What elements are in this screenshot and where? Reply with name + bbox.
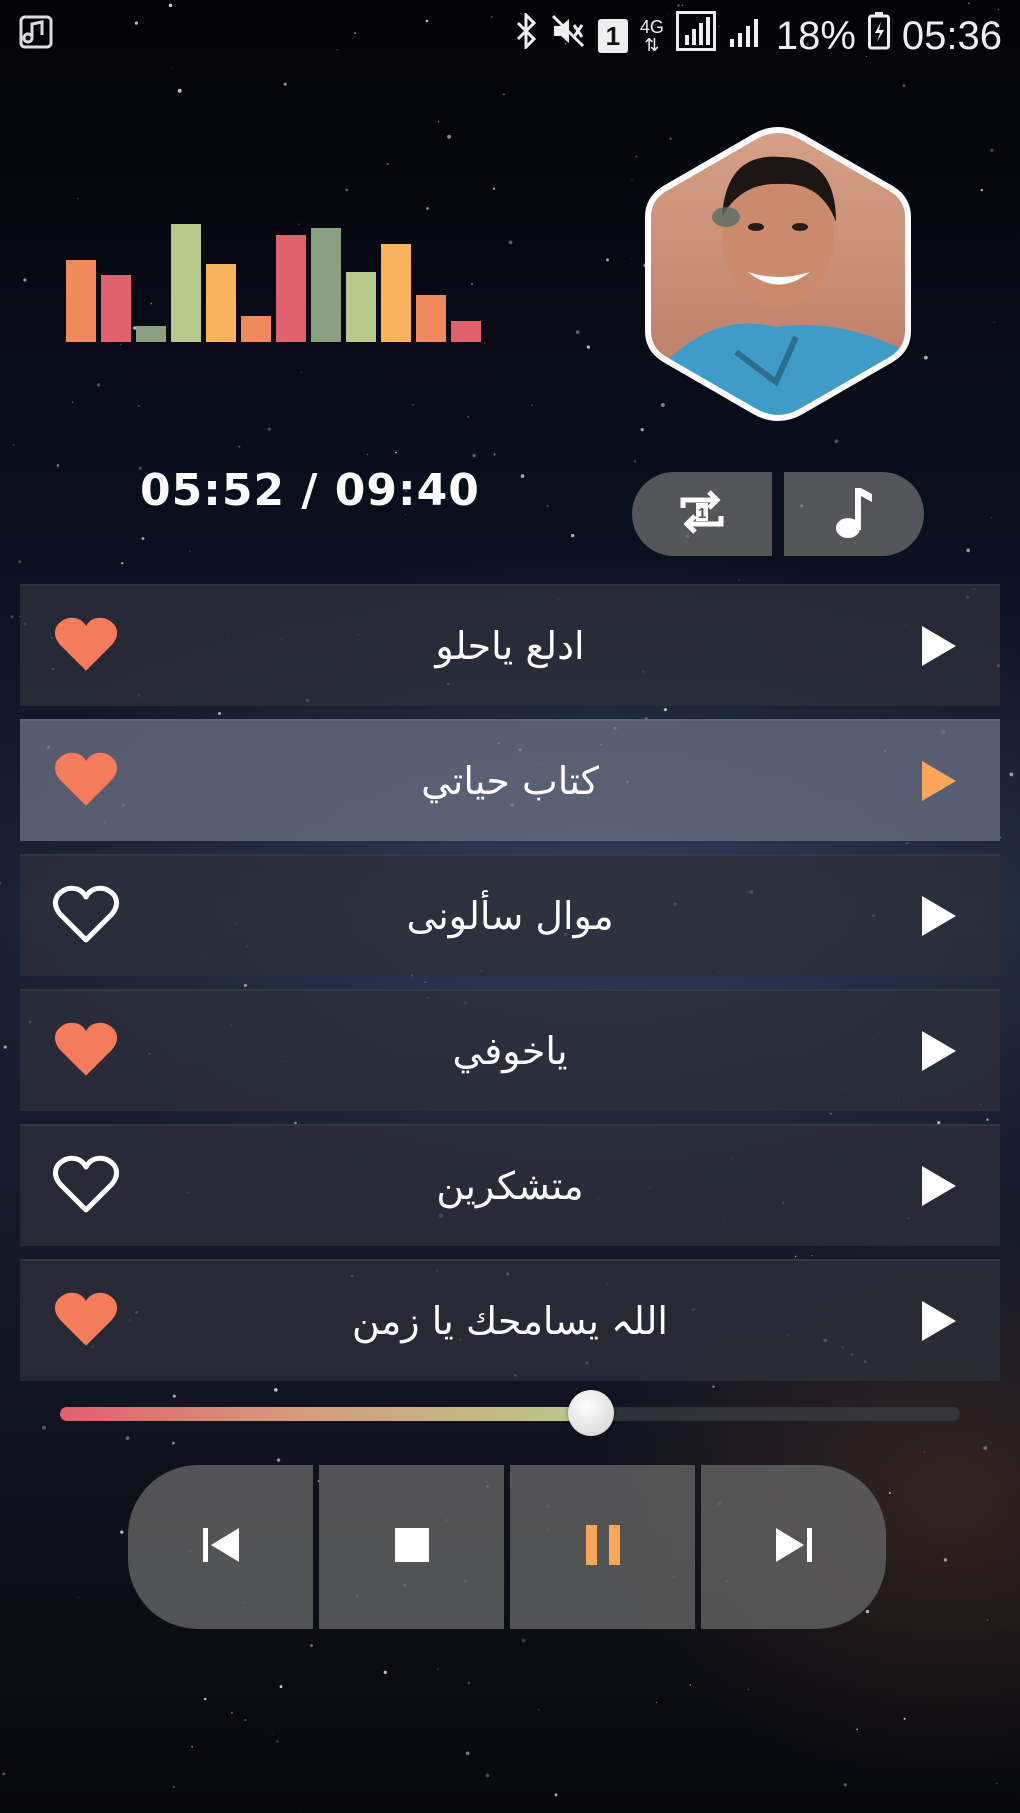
track-title: ادلع ياحلو (435, 624, 585, 668)
play-icon[interactable] (920, 1164, 958, 1208)
network-label: 4G (639, 17, 664, 37)
track-title: اللہ يسامحك يا زمن (352, 1299, 668, 1343)
signal-icon-sim1 (675, 11, 716, 61)
playlist-item[interactable]: موال سألونى (20, 854, 1000, 976)
visualizer-bar (171, 224, 201, 342)
next-button[interactable] (701, 1465, 886, 1629)
previous-button[interactable] (128, 1465, 313, 1629)
battery-percent: 18% (775, 13, 856, 58)
transport-controls (128, 1465, 886, 1629)
visualizer-bar (276, 235, 306, 342)
bluetooth-icon (514, 11, 538, 59)
visualizer-bar (101, 275, 131, 342)
playlist-item[interactable]: اللہ يسامحك يا زمن (20, 1259, 1000, 1381)
pause-button[interactable] (510, 1465, 695, 1629)
heart-filled-icon[interactable] (52, 749, 120, 809)
sim-badge: 1 (597, 19, 628, 53)
artist-avatar (626, 122, 930, 426)
stop-icon (394, 1527, 430, 1567)
clock: 05:36 (901, 13, 1002, 58)
repeat-one-button[interactable]: 1 (632, 472, 772, 556)
playlist-item[interactable]: ياخوفي (20, 989, 1000, 1111)
visualizer-bar (241, 316, 271, 342)
network-type: 4G ⇅ (639, 17, 664, 55)
visualizer-bar (311, 228, 341, 342)
previous-icon (201, 1526, 241, 1568)
seek-bar[interactable] (60, 1390, 960, 1436)
svg-text:1: 1 (698, 505, 706, 522)
audio-visualizer (66, 200, 486, 342)
playlist: ادلع ياحلو كتاب حياتي موال سألونى ياخوفي متش… (20, 584, 1000, 1394)
play-icon[interactable] (920, 894, 958, 938)
stop-button[interactable] (319, 1465, 504, 1629)
visualizer-bar (66, 260, 96, 342)
track-title: ياخوفي (452, 1029, 568, 1073)
mute-icon (550, 13, 586, 59)
play-icon[interactable] (920, 1299, 958, 1343)
playlist-item[interactable]: ادلع ياحلو (20, 584, 1000, 706)
heart-filled-icon[interactable] (52, 614, 120, 674)
play-icon[interactable] (920, 624, 958, 668)
track-title: موال سألونى (406, 894, 614, 938)
visualizer-bar (206, 264, 236, 342)
playlist-item[interactable]: متشكرين (20, 1124, 1000, 1246)
track-title: كتاب حياتي (421, 759, 599, 803)
mode-buttons: 1 (632, 472, 924, 556)
next-icon (774, 1526, 814, 1568)
music-note-button[interactable] (784, 472, 924, 556)
seek-progress-fill (60, 1407, 591, 1421)
battery-charging-icon (867, 12, 890, 60)
visualizer-bar (416, 295, 446, 342)
music-notification-icon (18, 14, 58, 54)
repeat-one-icon: 1 (675, 486, 729, 542)
heart-outline-icon[interactable] (52, 884, 120, 944)
playback-time: 05:52 / 09:40 (140, 465, 480, 516)
visualizer-bar (451, 321, 481, 342)
track-title: متشكرين (436, 1164, 584, 1208)
visualizer-bar (346, 272, 376, 342)
pause-icon (584, 1524, 622, 1570)
heart-filled-icon[interactable] (52, 1019, 120, 1079)
status-bar: 1 4G ⇅ 18% 05:36 (0, 0, 1020, 70)
music-note-icon (834, 484, 874, 544)
seek-thumb[interactable] (568, 1390, 614, 1436)
play-icon[interactable] (920, 759, 958, 803)
heart-outline-icon[interactable] (52, 1154, 120, 1214)
signal-icon-sim2 (728, 13, 764, 59)
heart-filled-icon[interactable] (52, 1289, 120, 1349)
play-icon[interactable] (920, 1029, 958, 1073)
visualizer-bar (136, 326, 166, 342)
visualizer-bar (381, 244, 411, 342)
playlist-item[interactable]: كتاب حياتي (20, 719, 1000, 841)
